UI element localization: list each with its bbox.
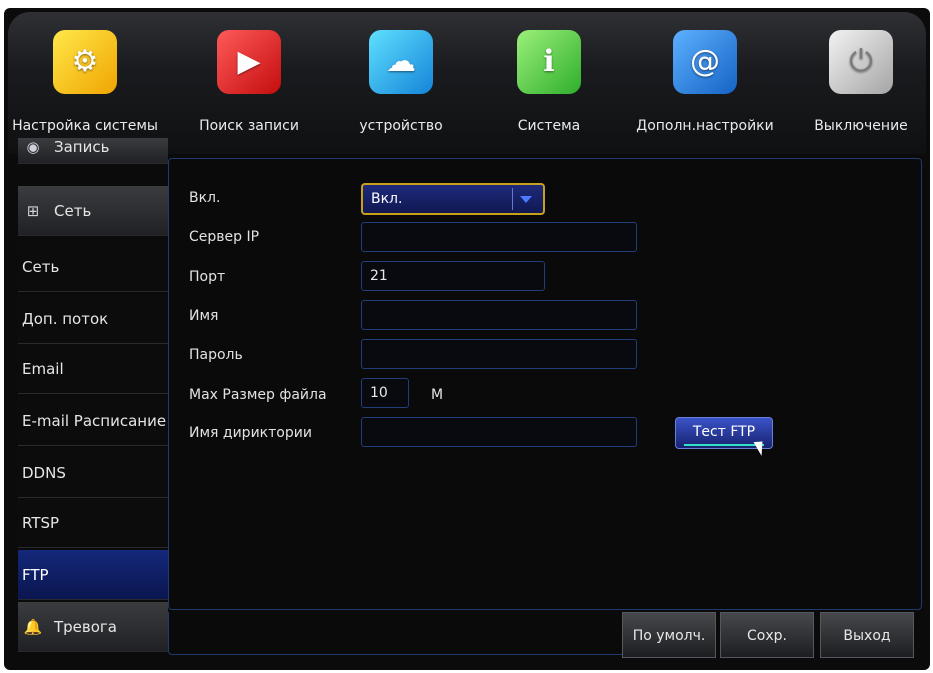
chevron-down-icon[interactable] xyxy=(512,188,539,210)
max-file-size-label: Max Размер файла xyxy=(189,387,327,403)
sidebar: ◉ Запись ⊞ Сеть Сеть Доп. поток Email E-ma… xyxy=(18,138,168,654)
sidebar-item-alarm[interactable]: 🔔 Тревога xyxy=(18,602,168,652)
username-input[interactable] xyxy=(361,300,637,330)
nav-label: Поиск записи xyxy=(199,118,299,134)
network-icon: ⊞ xyxy=(26,202,40,220)
server-ip-input[interactable] xyxy=(361,222,637,252)
default-button[interactable]: По умолч. xyxy=(622,612,716,658)
alarm-bell-icon: 🔔 xyxy=(23,618,43,636)
sidebar-item-label: RTSP xyxy=(22,514,60,532)
max-file-size-unit: M xyxy=(431,387,444,403)
enable-select[interactable]: Вкл. xyxy=(361,183,545,215)
sidebar-item-label: E-mail Расписание xyxy=(22,412,167,430)
exit-button[interactable]: Выход xyxy=(820,612,914,658)
port-label: Порт xyxy=(189,269,226,285)
nav-label: Дополн.настройки xyxy=(636,118,774,134)
password-input[interactable] xyxy=(361,339,637,369)
sidebar-item-label: DDNS xyxy=(22,464,66,482)
settings-gears-icon: ⚙ xyxy=(53,30,117,94)
sidebar-item-email-schedule[interactable]: E-mail Расписание xyxy=(18,396,168,446)
sidebar-item-label: Сеть xyxy=(22,258,60,276)
sidebar-item-substream[interactable]: Доп. поток xyxy=(18,294,168,344)
nav-system-setup[interactable]: ⚙ Настройка системы xyxy=(10,18,160,148)
nav-advanced-settings[interactable]: @ Дополн.настройки xyxy=(626,18,784,148)
password-label: Пароль xyxy=(189,347,243,363)
nav-device[interactable]: ☁ устройство xyxy=(342,18,460,148)
sidebar-item-rtsp[interactable]: RTSP xyxy=(18,498,168,548)
sidebar-item-ddns[interactable]: DDNS xyxy=(18,448,168,498)
server-ip-label: Сервер IP xyxy=(189,229,260,245)
max-file-size-input[interactable] xyxy=(361,378,409,408)
enable-select-value: Вкл. xyxy=(371,191,403,207)
device-cloud-storage-icon: ☁ xyxy=(369,30,433,94)
nav-system[interactable]: ℹ Система xyxy=(490,18,608,148)
username-label: Имя xyxy=(189,308,219,324)
power-icon: ⏻ xyxy=(829,30,893,94)
sidebar-item-email[interactable]: Email xyxy=(18,344,168,394)
bottom-panel-strip xyxy=(168,612,624,655)
sidebar-item-label: Email xyxy=(22,360,64,378)
nav-label: Выключение xyxy=(814,118,908,134)
advanced-settings-email-icon: @ xyxy=(673,30,737,94)
enable-label: Вкл. xyxy=(189,190,221,206)
sidebar-item-network-group[interactable]: ⊞ Сеть xyxy=(18,186,168,236)
record-icon: ◉ xyxy=(26,138,40,156)
nav-record-search[interactable]: ▶ Поиск записи xyxy=(190,18,308,148)
nav-label: Настройка системы xyxy=(12,118,158,134)
sidebar-item-network[interactable]: Сеть xyxy=(18,242,168,292)
sidebar-item-label: Доп. поток xyxy=(22,310,109,328)
nav-shutdown[interactable]: ⏻ Выключение xyxy=(802,18,920,148)
port-input[interactable] xyxy=(361,261,545,291)
ftp-settings-panel: Вкл. Вкл. Сервер IP Порт Имя Пароль Max … xyxy=(168,158,922,610)
sidebar-item-label: Сеть xyxy=(54,202,92,220)
save-button[interactable]: Сохр. xyxy=(720,612,814,658)
directory-input[interactable] xyxy=(361,417,637,447)
sidebar-item-record[interactable]: ◉ Запись xyxy=(18,138,168,164)
nav-label: Система xyxy=(517,118,581,134)
sidebar-item-label: FTP xyxy=(22,566,49,584)
top-navigation-bar: ⚙ Настройка системы ▶ Поиск записи ☁ уст… xyxy=(8,12,926,154)
record-search-icon: ▶ xyxy=(217,30,281,94)
sidebar-item-label: Тревога xyxy=(54,618,118,636)
sidebar-item-ftp[interactable]: FTP xyxy=(18,550,168,600)
directory-label: Имя дириктории xyxy=(189,425,312,441)
nav-label: устройство xyxy=(359,118,443,134)
sidebar-item-label: Запись xyxy=(54,138,110,156)
system-info-icon: ℹ xyxy=(517,30,581,94)
